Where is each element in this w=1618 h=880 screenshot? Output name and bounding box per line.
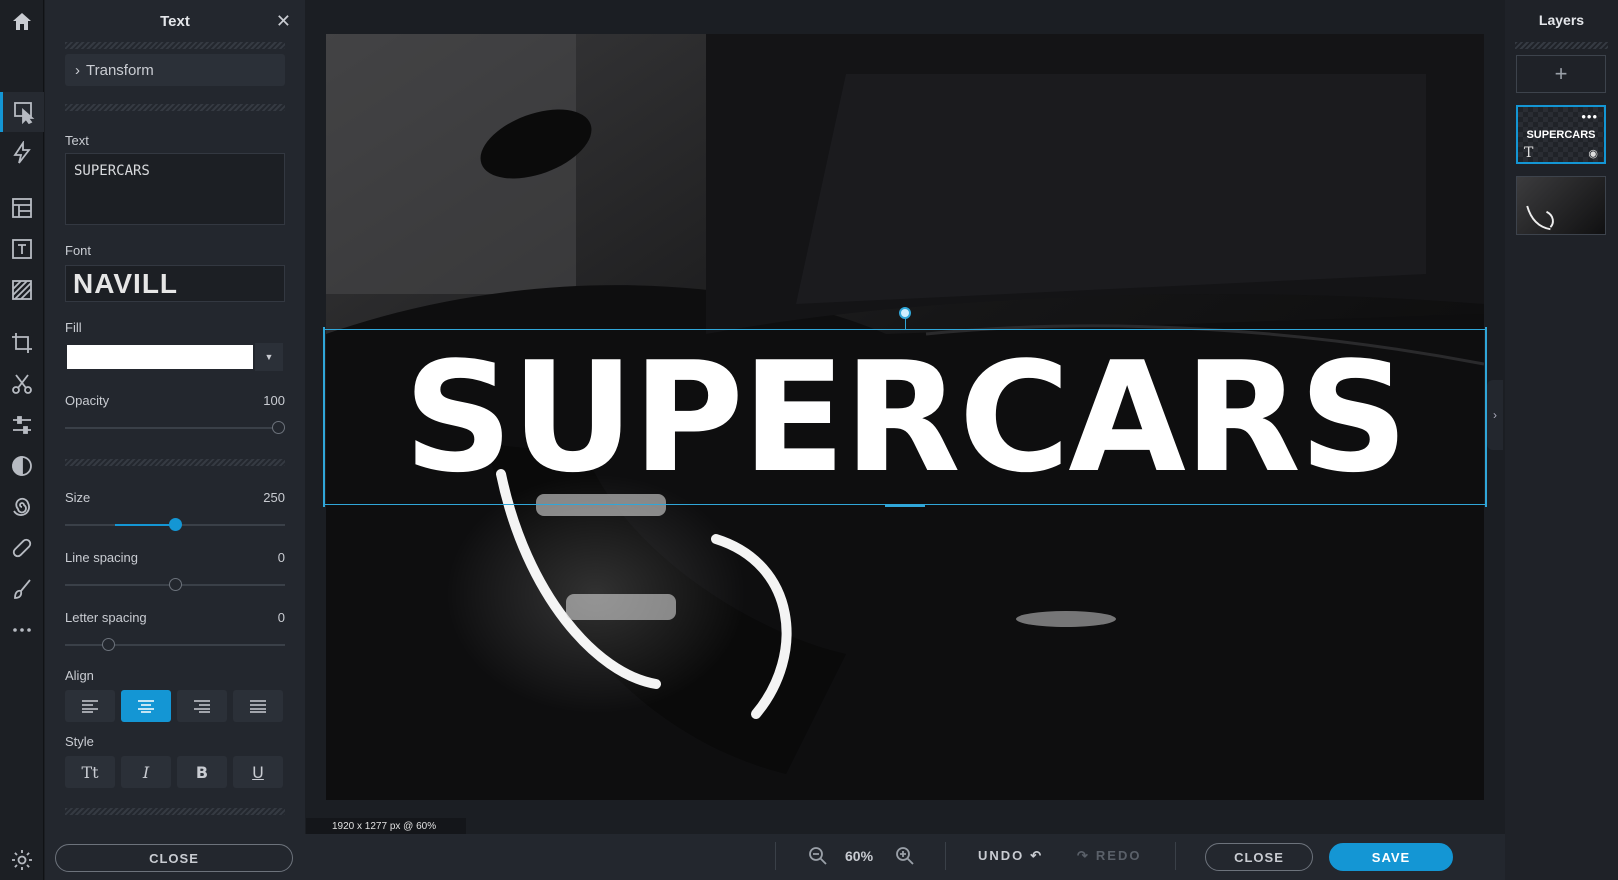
template-icon[interactable] xyxy=(0,188,44,228)
layers-title: Layers xyxy=(1538,12,1585,28)
letter-spacing-value: 0 xyxy=(277,610,285,625)
letter-spacing-slider-knob[interactable] xyxy=(102,638,116,651)
bottom-toolbar: 60% UNDO ↶ ↷ REDO CLOSE SAVE xyxy=(305,834,1505,880)
divider xyxy=(65,808,285,815)
brush-icon[interactable] xyxy=(0,569,44,609)
resize-handle-bottom[interactable] xyxy=(885,504,925,507)
text-tool-icon[interactable] xyxy=(0,229,44,269)
crop-icon[interactable] xyxy=(0,323,44,363)
fill-color-swatch[interactable] xyxy=(67,345,253,369)
panel-close-button[interactable]: CLOSE xyxy=(55,844,293,872)
text-type-icon: T xyxy=(1524,145,1534,161)
bandage-icon[interactable] xyxy=(0,528,44,568)
text-properties-panel: Text ✕ › Transform Text SUPERCARS Font N… xyxy=(45,0,305,880)
text-selection-box[interactable] xyxy=(323,327,1487,507)
text-input[interactable]: SUPERCARS xyxy=(65,153,285,225)
divider xyxy=(65,42,285,49)
contrast-icon[interactable] xyxy=(0,446,44,486)
layers-panel: Layers + ••• SUPERCARS T ◉ xyxy=(1505,0,1618,880)
settings-gear-icon[interactable] xyxy=(0,840,44,880)
redo-arrow-icon: ↷ xyxy=(1077,848,1090,863)
divider xyxy=(775,842,776,870)
opacity-value: 100 xyxy=(263,393,285,408)
panel-title: Text xyxy=(160,12,190,30)
italic-button[interactable]: I xyxy=(121,756,171,788)
align-label: Align xyxy=(65,668,94,683)
save-button[interactable]: SAVE xyxy=(1329,843,1453,871)
letter-spacing-label: Letter spacing xyxy=(65,610,147,625)
image-layer-thumbnail[interactable] xyxy=(1516,176,1606,235)
size-slider[interactable] xyxy=(65,518,285,531)
size-value: 250 xyxy=(263,490,285,505)
spiral-icon[interactable] xyxy=(0,487,44,527)
transform-section-toggle[interactable]: › Transform xyxy=(65,54,285,86)
small-caps-button[interactable]: Tt xyxy=(65,756,115,788)
layers-collapse-toggle[interactable]: › xyxy=(1487,380,1503,450)
adjust-lightning-icon[interactable] xyxy=(0,133,44,173)
size-slider-fill xyxy=(115,524,175,526)
align-right-button[interactable] xyxy=(177,690,227,722)
bold-button[interactable]: B xyxy=(177,756,227,788)
transform-label: Transform xyxy=(86,61,154,79)
image-dimensions-label: 1920 x 1277 px @ 60% xyxy=(306,818,466,834)
opacity-slider-knob[interactable] xyxy=(272,421,285,434)
visibility-eye-icon[interactable]: ◉ xyxy=(1588,147,1598,160)
opacity-slider[interactable] xyxy=(65,421,285,434)
image-layer-preview xyxy=(1526,205,1554,231)
fill-label: Fill xyxy=(65,320,82,335)
divider xyxy=(65,459,285,466)
align-justify-button[interactable] xyxy=(233,690,283,722)
font-selector[interactable]: NAVILL xyxy=(65,265,285,302)
undo-button[interactable]: UNDO ↶ xyxy=(978,848,1043,864)
line-spacing-slider[interactable] xyxy=(65,578,285,591)
undo-label: UNDO xyxy=(978,848,1025,863)
cut-scissors-icon[interactable] xyxy=(0,364,44,404)
underline-button[interactable]: U xyxy=(233,756,283,788)
style-button-group: Tt I B U xyxy=(65,756,283,788)
more-dots-icon[interactable] xyxy=(0,610,44,650)
rotate-handle[interactable] xyxy=(899,307,911,319)
add-layer-button[interactable]: + xyxy=(1516,55,1606,93)
divider xyxy=(1515,42,1608,49)
align-center-button[interactable] xyxy=(121,690,171,722)
opacity-label: Opacity xyxy=(65,393,110,408)
redo-button[interactable]: ↷ REDO xyxy=(1077,848,1141,864)
size-slider-knob[interactable] xyxy=(168,518,182,531)
size-label: Size xyxy=(65,490,91,505)
divider xyxy=(65,104,285,111)
align-button-group xyxy=(65,690,283,722)
close-icon[interactable]: ✕ xyxy=(276,11,291,32)
text-label: Text xyxy=(65,133,89,148)
font-label: Font xyxy=(65,243,92,258)
text-layer-label: SUPERCARS xyxy=(1526,129,1596,141)
line-spacing-value: 0 xyxy=(277,550,285,565)
sliders-icon[interactable] xyxy=(0,405,44,445)
layer-menu-dots-icon[interactable]: ••• xyxy=(1581,109,1598,124)
divider xyxy=(1175,842,1176,870)
line-spacing-label: Line spacing xyxy=(65,550,138,565)
style-label: Style xyxy=(65,734,94,749)
divider xyxy=(945,842,946,870)
home-icon[interactable] xyxy=(0,2,44,42)
zoom-out-icon[interactable] xyxy=(808,846,828,866)
close-button[interactable]: CLOSE xyxy=(1205,843,1313,871)
zoom-in-icon[interactable] xyxy=(895,846,915,866)
text-layer-thumbnail[interactable]: ••• SUPERCARS T ◉ xyxy=(1516,105,1606,164)
texture-icon[interactable] xyxy=(0,270,44,310)
tool-rail xyxy=(0,0,44,880)
undo-arrow-icon: ↶ xyxy=(1030,848,1044,863)
chevron-down-icon[interactable]: ▼ xyxy=(255,343,283,371)
align-left-button[interactable] xyxy=(65,690,115,722)
arrange-tool-icon[interactable] xyxy=(0,92,44,132)
redo-label: REDO xyxy=(1095,848,1142,863)
zoom-level: 60% xyxy=(845,848,874,864)
chevron-right-icon: › xyxy=(75,61,80,79)
line-spacing-slider-knob[interactable] xyxy=(168,578,182,591)
letter-spacing-slider[interactable] xyxy=(65,638,285,651)
